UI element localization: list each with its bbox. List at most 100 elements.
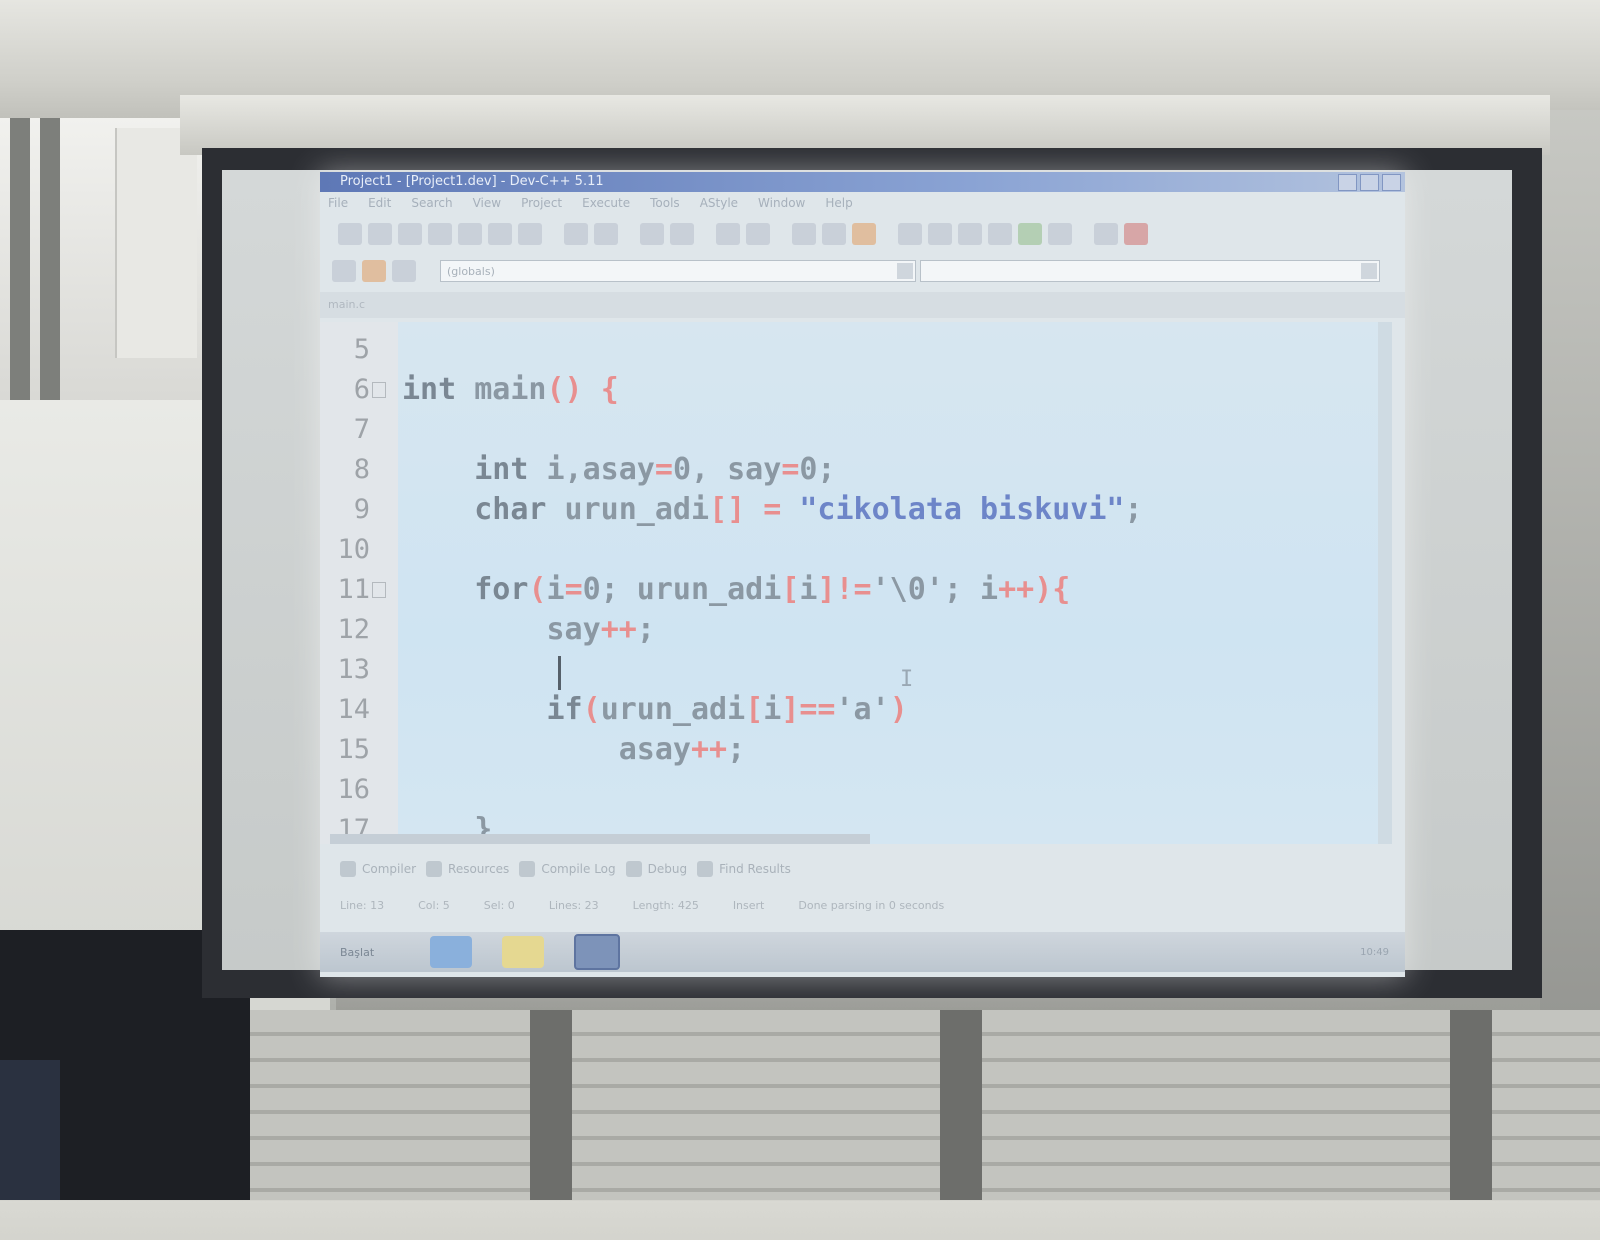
code-token: [: [745, 692, 764, 727]
browser-taskbar-icon[interactable]: [430, 936, 472, 968]
code-line[interactable]: 9 char urun_adi[] = "cikolata biskuvi";: [320, 490, 1392, 530]
code-token: ]==: [781, 692, 836, 727]
tab-compiler[interactable]: Compiler: [340, 861, 416, 877]
code-token: 'a': [835, 692, 890, 727]
menu-view[interactable]: View: [473, 192, 501, 214]
member-combo[interactable]: [920, 260, 1380, 282]
insert-icon[interactable]: [362, 260, 386, 282]
unindent-icon[interactable]: [746, 223, 770, 245]
code-token: urun_adi: [546, 492, 710, 527]
menu-project[interactable]: Project: [521, 192, 562, 214]
code-line[interactable]: 11 for(i=0; urun_adi[i]!='\0'; i++){: [320, 570, 1392, 610]
close-file-icon[interactable]: [458, 223, 482, 245]
goto-icon[interactable]: [792, 223, 816, 245]
indent-icon[interactable]: [716, 223, 740, 245]
code-token: ]!=: [817, 572, 872, 607]
file-tabs: main.c: [320, 292, 1405, 318]
chevron-down-icon[interactable]: [1361, 263, 1377, 279]
code-token: '\0'; i: [871, 572, 999, 607]
room-window: [0, 118, 205, 408]
start-button[interactable]: Başlat: [340, 946, 400, 959]
code-line[interactable]: 12 say++;: [320, 610, 1392, 650]
new-file-icon[interactable]: [338, 223, 362, 245]
print-icon[interactable]: [518, 223, 542, 245]
menu-tools[interactable]: Tools: [650, 192, 680, 214]
code-token: 0;: [799, 452, 836, 487]
file-tab-main[interactable]: main.c: [328, 298, 365, 311]
redo-icon[interactable]: [594, 223, 618, 245]
line-number: 7: [353, 414, 370, 445]
project-icon[interactable]: [852, 223, 876, 245]
stop-icon[interactable]: [1048, 223, 1072, 245]
menu-edit[interactable]: Edit: [368, 192, 391, 214]
code-text: int i,asay=0, say=0;: [402, 450, 836, 490]
chevron-down-icon[interactable]: [897, 263, 913, 279]
rebuild-icon[interactable]: [988, 223, 1012, 245]
code-line[interactable]: 7: [320, 410, 1392, 450]
restore-button[interactable]: [1360, 174, 1379, 191]
save-all-icon[interactable]: [428, 223, 452, 245]
menu-astyle[interactable]: AStyle: [700, 192, 738, 214]
code-token: []: [709, 492, 746, 527]
code-text: asay++;: [402, 730, 745, 770]
code-line[interactable]: 10: [320, 530, 1392, 570]
horizontal-scrollbar[interactable]: [330, 834, 870, 844]
check-syntax-icon[interactable]: [1018, 223, 1042, 245]
close-all-icon[interactable]: [488, 223, 512, 245]
class-browser-icon[interactable]: [332, 260, 356, 282]
code-token: i: [799, 572, 818, 607]
folder-taskbar-icon[interactable]: [502, 936, 544, 968]
window-blinds: [250, 1010, 1600, 1200]
code-token: (: [582, 692, 601, 727]
code-token: ): [889, 692, 908, 727]
tab-find-results[interactable]: Find Results: [697, 861, 791, 877]
status-bar: Line: 13 Col: 5 Sel: 0 Lines: 23 Length:…: [320, 892, 1405, 920]
menu-search[interactable]: Search: [411, 192, 452, 214]
menu-help[interactable]: Help: [825, 192, 852, 214]
code-line[interactable]: 5: [320, 330, 1392, 370]
run-icon[interactable]: [928, 223, 952, 245]
minimize-button[interactable]: [1338, 174, 1357, 191]
code-text: say++;: [402, 610, 654, 650]
code-line[interactable]: 8 int i,asay=0, say=0;: [320, 450, 1392, 490]
tab-compile-log[interactable]: Compile Log: [519, 861, 616, 877]
fold-toggle-icon[interactable]: [372, 582, 386, 598]
projector-screen-case: [180, 95, 1550, 155]
code-editor[interactable]: 5 6 int main() { 7 8 int i,asay=0, say=0; 9 c…: [320, 322, 1392, 844]
undo-icon[interactable]: [564, 223, 588, 245]
scope-combo[interactable]: (globals): [440, 260, 916, 282]
debug-icon[interactable]: [1094, 223, 1118, 245]
devcpp-taskbar-icon[interactable]: [574, 934, 620, 970]
replace-icon[interactable]: [670, 223, 694, 245]
close-button[interactable]: [1382, 174, 1401, 191]
code-token: int: [474, 452, 529, 487]
profile-icon[interactable]: [1124, 223, 1148, 245]
code-line[interactable]: 6 int main() {: [320, 370, 1392, 410]
save-icon[interactable]: [398, 223, 422, 245]
find-icon[interactable]: [640, 223, 664, 245]
code-line[interactable]: 14 if(urun_adi[i]=='a'): [320, 690, 1392, 730]
code-line[interactable]: 13 I: [320, 650, 1392, 692]
tab-debug[interactable]: Debug: [625, 861, 687, 877]
open-file-icon[interactable]: [368, 223, 392, 245]
menu-execute[interactable]: Execute: [582, 192, 630, 214]
code-token: urun_adi: [600, 692, 746, 727]
vertical-scrollbar[interactable]: [1378, 322, 1392, 844]
tab-resources[interactable]: Resources: [426, 861, 509, 877]
title-bar[interactable]: Project1 - [Project1.dev] - Dev-C++ 5.11: [320, 172, 1405, 192]
compile-icon[interactable]: [898, 223, 922, 245]
code-token: ++: [998, 572, 1035, 607]
window-frame: [10, 118, 30, 408]
menu-window[interactable]: Window: [758, 192, 805, 214]
toggle-bookmark-icon[interactable]: [392, 260, 416, 282]
code-token: if: [546, 692, 583, 727]
fold-toggle-icon[interactable]: [372, 382, 386, 398]
compile-run-icon[interactable]: [958, 223, 982, 245]
code-token: asay: [402, 732, 691, 767]
bookmark-icon[interactable]: [822, 223, 846, 245]
code-line[interactable]: 15 asay++;: [320, 730, 1392, 770]
menu-file[interactable]: File: [328, 192, 348, 214]
code-line[interactable]: 16: [320, 770, 1392, 810]
